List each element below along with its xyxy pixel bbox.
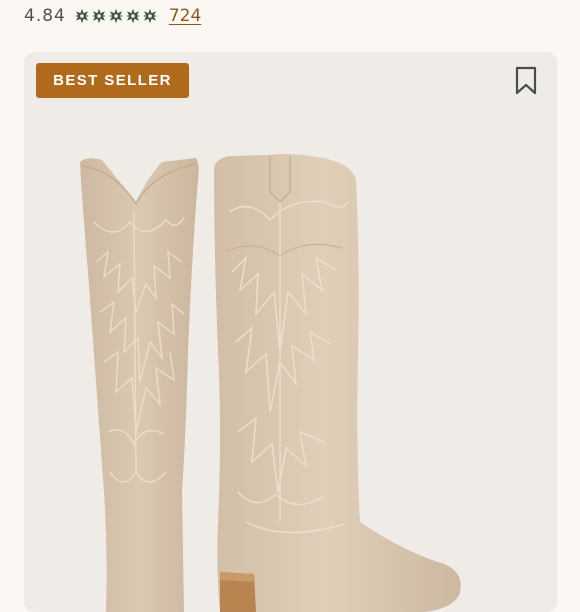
bookmark-icon[interactable] (514, 66, 538, 96)
rating-value: 4.84 (24, 6, 66, 26)
star-icon (142, 8, 158, 24)
star-icon (125, 8, 141, 24)
star-icon (91, 8, 107, 24)
review-count-link[interactable]: 724 (169, 6, 201, 26)
rating-row: 4.84 724 (24, 2, 201, 30)
star-icon (74, 8, 90, 24)
left-boot (80, 158, 199, 612)
star-rating (74, 8, 159, 24)
right-boot (214, 154, 461, 612)
star-icon (108, 8, 124, 24)
best-seller-badge: BEST SELLER (36, 63, 189, 98)
product-image-card[interactable]: BEST SELLER (24, 52, 557, 612)
product-image[interactable] (24, 52, 557, 612)
